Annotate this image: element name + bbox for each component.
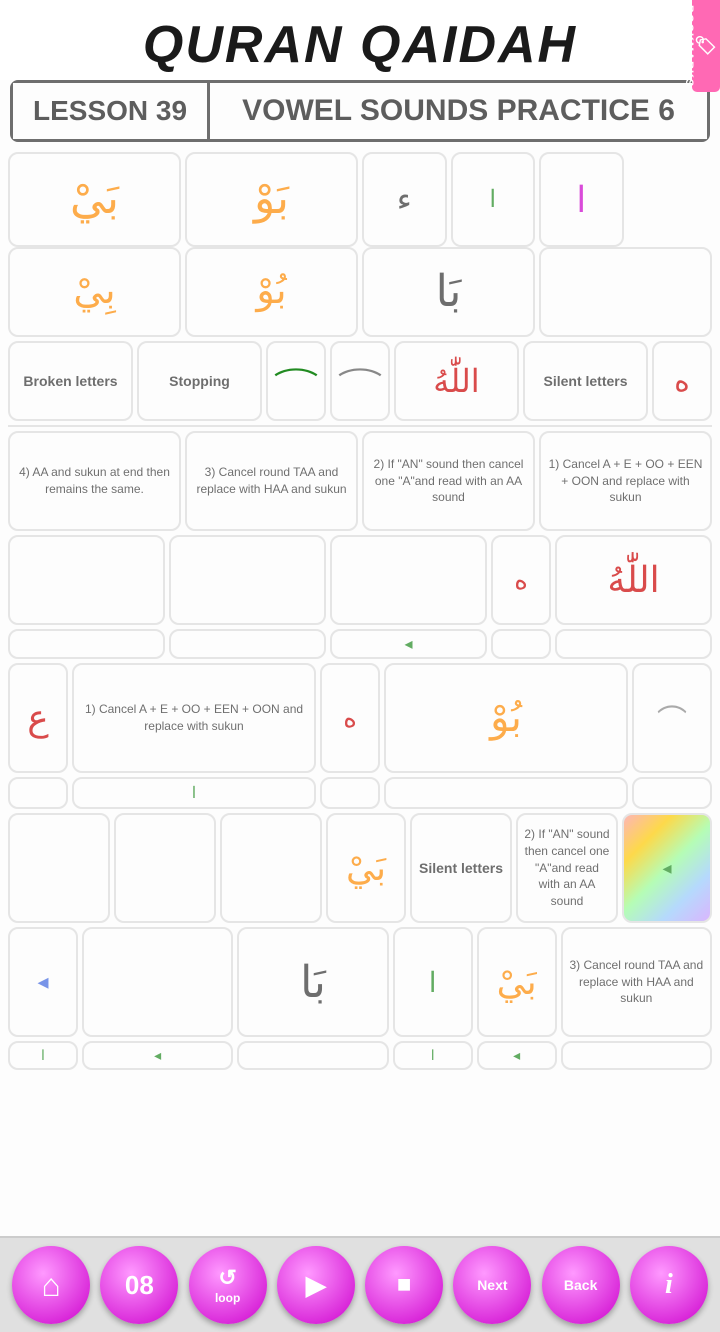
page-number: 08 (125, 1270, 154, 1301)
home-icon: ⌂ (41, 1267, 60, 1304)
stop-icon: ■ (397, 1271, 412, 1299)
app-title: QURAN QAIDAH (0, 15, 720, 75)
play-button[interactable]: ▶ (277, 1246, 355, 1324)
back-button[interactable]: Back (542, 1246, 620, 1324)
bookmark-icon: 🏷 (695, 5, 717, 84)
next-label: Next (477, 1277, 507, 1293)
play-icon: ▶ (306, 1270, 326, 1301)
header: QURAN QAIDAH 🏷 BOOKMARKS (0, 0, 720, 80)
bookmark-button[interactable]: 🏷 BOOKMARKS (692, 0, 720, 92)
info-button[interactable]: i (630, 1246, 708, 1324)
back-label: Back (564, 1277, 597, 1293)
loop-label: loop (215, 1291, 240, 1305)
loop-button[interactable]: ↺ loop (189, 1246, 267, 1324)
bottom-navigation: ⌂ 08 ↺ loop ▶ ■ Next Back i (0, 1236, 720, 1332)
info-icon: i (665, 1269, 673, 1301)
gray-squiggle-icon: ⌒ (338, 359, 383, 403)
stop-button[interactable]: ■ (365, 1246, 443, 1324)
next-button[interactable]: Next (453, 1246, 531, 1324)
page-number-button[interactable]: 08 (100, 1246, 178, 1324)
loop-icon: ↺ (218, 1265, 236, 1291)
home-button[interactable]: ⌂ (12, 1246, 90, 1324)
green-squiggle-icon: ⌒ (274, 359, 319, 403)
